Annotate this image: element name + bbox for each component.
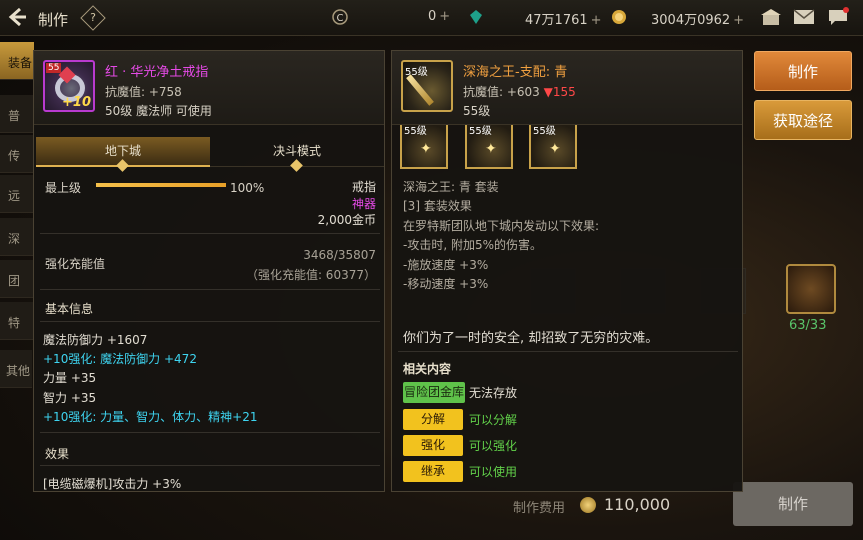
chat-icon[interactable] [827,7,849,27]
max-level-label: 最上级 [45,181,82,195]
max-level-percent: 100% [230,181,265,195]
charge-subvalue: （强化充能值: 60377） [245,268,376,282]
level-badge: 55 [46,63,62,73]
gem-icon [470,10,482,24]
help-icon[interactable]: ? [80,5,106,31]
gold-coin-icon [580,497,596,513]
related-title: 相关内容 [403,362,452,376]
cost-value: 110,000 [604,495,671,514]
make-button[interactable]: 制作 [754,51,852,91]
tag-adventure-vault[interactable]: 冒险团金库 [403,382,465,403]
tag-reinforce[interactable]: 强化 [403,435,463,456]
page-title: 制作 [38,11,69,29]
divider [398,351,738,352]
item-tooltip-right: 55级 深海之王-支配: 青 抗魔值: +603 ▼155 55级 55级 ✦ 5… [391,50,743,492]
tag-inherit[interactable]: 继承 [403,461,463,482]
svg-text:C: C [337,13,344,24]
sidebar-tab-legend[interactable]: 传 [0,135,34,173]
stat-line: 智力 +35 [43,391,97,405]
top-bar: 制作 ? C 0 + 47万1761 + 3004万0962 + [0,0,863,36]
divider [40,432,380,433]
set-line: -施放速度 +3% [403,258,489,272]
tag-description: 可以强化 [469,439,518,453]
item-tooltip-left: 55 +10 红 · 华光净土戒指 抗魔值: +758 50级 魔法师 可使用 … [33,50,385,492]
max-level-bar-fill [96,183,226,187]
level-badge: 55级 [469,126,492,137]
sword-graphic [406,74,434,106]
item-slot: 戒指 [351,180,376,194]
set-item-icon[interactable]: 55级 ✦ [400,125,448,169]
sidebar-tab-deep[interactable]: 深 [0,218,34,256]
sidebar-tab-special[interactable]: 特 [0,302,34,340]
set-item-icon[interactable]: 55级 ✦ [465,125,513,169]
sparkle-icon: ✦ [549,141,561,157]
currency-gold: 3004万0962 + [651,13,745,28]
cost-label: 制作费用 [513,501,566,516]
coin-c-icon: C [332,9,348,25]
sidebar-tab-ancient[interactable]: 远 [0,175,34,213]
item-name: 深海之王-支配: 青 [463,65,568,80]
material-count: 63/33 [789,318,827,333]
charge-value: 3468/35807 [303,248,376,262]
tag-description: 无法存放 [469,386,518,400]
add-gold-icon[interactable]: + [733,13,744,28]
item-resist: 抗魔值: +603 ▼155 [463,85,576,99]
item-name: 红 · 华光净土戒指 [105,65,209,80]
tag-disassemble[interactable]: 分解 [403,409,463,430]
max-level-bar [96,183,226,187]
tag-description: 可以使用 [469,465,518,479]
sidebar-tab-other[interactable]: 其他 [0,350,32,388]
reinforce-badge: +10 [62,95,91,110]
sidebar-tab-normal[interactable]: 普 [0,95,34,133]
currency-gem: 47万1761 + [525,13,602,28]
sidebar-tab-equipment[interactable]: 装备 [0,42,34,80]
set-line: 在罗特斯团队地下城内发动以下效果: [403,219,600,233]
item-header: 55级 深海之王-支配: 青 抗魔值: +603 ▼155 55级 [392,51,742,125]
item-resist: 抗魔值: +758 [105,85,182,99]
item-requirement: 50级 魔法师 可使用 [105,104,212,118]
mode-tabs: 地下城 决斗模式 [34,137,384,172]
item-rarity: 神器 [351,197,376,211]
charge-label: 强化充能值 [45,257,106,271]
stat-line: +10强化: 力量、智力、体力、精神+21 [43,410,258,424]
level-badge: 55级 [404,126,427,137]
set-line: [3] 套装效果 [403,199,472,213]
stat-line: 力量 +35 [43,371,97,385]
item-level: 55级 [463,104,491,118]
add-gem-icon[interactable]: + [591,13,602,28]
obtain-route-button[interactable]: 获取途径 [754,100,852,140]
mail-icon[interactable] [793,7,815,27]
shop-icon[interactable] [760,7,782,27]
divider [40,321,380,322]
resist-diff: ▼155 [543,85,576,99]
sidebar-tab-team[interactable]: 团 [0,260,34,298]
currency-ceras: 0 + [428,9,451,24]
set-line: -攻击时, 附加5%的伤害。 [403,238,542,252]
sparkle-icon: ✦ [420,141,432,157]
divider [40,289,380,290]
set-line: -移动速度 +3% [403,277,489,291]
divider [40,233,380,234]
back-arrow-icon[interactable] [6,6,28,28]
material-icon[interactable] [786,264,836,314]
item-flavor-text: 你们为了一时的安全, 却招致了无穷的灾难。 [403,331,659,346]
stat-line: +10强化: 魔法防御力 +472 [43,352,197,366]
ring-icon[interactable]: 55 +10 [43,60,95,112]
basic-info-title: 基本信息 [45,302,94,316]
effect-line: [电缆磁爆机]攻击力 +3% [43,477,182,491]
make-confirm-button[interactable]: 制作 [733,482,853,526]
effect-title: 效果 [45,447,70,461]
add-ceras-icon[interactable]: + [439,9,450,24]
set-item-icon[interactable]: 55级 ✦ [529,125,577,169]
gold-coin-icon [612,10,626,24]
weapon-icon[interactable]: 55级 [401,60,453,112]
item-price: 2,000金币 [317,213,376,227]
level-badge: 55级 [533,126,556,137]
sparkle-icon: ✦ [485,141,497,157]
item-header: 55 +10 红 · 华光净土戒指 抗魔值: +758 50级 魔法师 可使用 [34,51,384,125]
stat-line: 魔法防御力 +1607 [43,333,148,347]
set-line: 深海之王: 青 套装 [403,180,499,194]
divider [40,465,380,466]
tag-description: 可以分解 [469,413,518,427]
